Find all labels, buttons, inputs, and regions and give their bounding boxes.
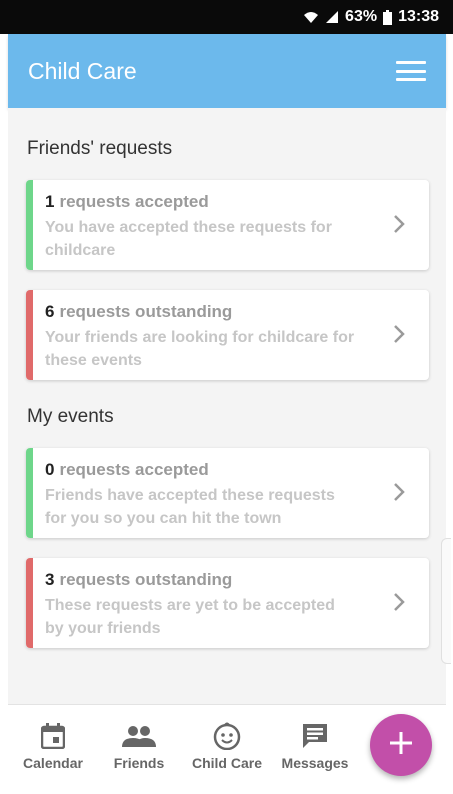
card-description: These requests are yet to be accepted by… — [45, 597, 335, 637]
nav-item-calendar[interactable]: Calendar — [8, 719, 98, 771]
card-description: Friends have accepted these requests for… — [45, 487, 335, 527]
calendar-icon — [8, 719, 98, 753]
app-title: Child Care — [28, 57, 137, 84]
app-bar: Child Care — [8, 34, 446, 108]
chevron-right-icon — [393, 214, 405, 239]
card-description: You have accepted these requests for chi… — [45, 219, 332, 259]
status-bar-accepted — [26, 448, 33, 538]
plus-icon — [389, 731, 413, 760]
card-heading: 0 requests accepted — [45, 460, 209, 480]
nav-label: Calendar — [23, 755, 83, 771]
card-heading: 6 requests outstanding — [45, 302, 232, 322]
side-drawer-handle[interactable] — [441, 538, 451, 664]
card-count: 3 — [45, 570, 55, 589]
message-icon — [270, 719, 360, 753]
card-label: requests outstanding — [59, 302, 233, 321]
main-content: Friends' requests 1 requests accepted You… — [8, 108, 446, 704]
card-count: 1 — [45, 192, 55, 211]
status-bar-outstanding — [26, 558, 33, 648]
status-bar-outstanding — [26, 290, 33, 380]
card-count: 0 — [45, 460, 55, 479]
card-label: requests accepted — [59, 192, 209, 211]
add-fab-button[interactable] — [370, 714, 432, 776]
hamburger-menu-icon[interactable] — [396, 61, 426, 81]
friends-icon — [94, 719, 184, 753]
chevron-right-icon — [393, 324, 405, 349]
nav-label: Messages — [281, 755, 349, 771]
baby-face-icon — [182, 719, 272, 753]
card-count: 6 — [45, 302, 55, 321]
battery-percent: 63% — [345, 8, 378, 25]
chevron-right-icon — [393, 592, 405, 617]
nav-item-child-care[interactable]: Child Care — [182, 719, 272, 771]
battery-icon — [383, 9, 393, 25]
card-heading: 3 requests outstanding — [45, 570, 232, 590]
card-friends-requests-outstanding[interactable]: 6 requests outstanding Your friends are l… — [26, 290, 429, 380]
clock: 13:38 — [398, 8, 439, 25]
nav-label: Friends — [113, 755, 165, 771]
card-my-events-accepted[interactable]: 0 requests accepted Friends have accepted… — [26, 448, 429, 538]
status-bar-accepted — [26, 180, 33, 270]
nav-label: Child Care — [191, 755, 262, 771]
card-friends-requests-accepted[interactable]: 1 requests accepted You have accepted the… — [26, 180, 429, 270]
status-bar: 63% 13:38 — [0, 0, 453, 34]
nav-item-friends[interactable]: Friends — [94, 719, 184, 771]
chevron-right-icon — [393, 482, 405, 507]
card-heading: 1 requests accepted — [45, 192, 209, 212]
section-title-my-events: My events — [27, 406, 114, 427]
signal-icon — [325, 10, 339, 24]
section-title-friends-requests: Friends' requests — [27, 138, 173, 159]
card-label: requests outstanding — [59, 570, 233, 589]
card-label: requests accepted — [59, 460, 209, 479]
nav-item-messages[interactable]: Messages — [270, 719, 360, 771]
wifi-icon — [303, 10, 319, 24]
card-my-events-outstanding[interactable]: 3 requests outstanding These requests are… — [26, 558, 429, 648]
card-description: Your friends are looking for childcare f… — [45, 329, 355, 369]
